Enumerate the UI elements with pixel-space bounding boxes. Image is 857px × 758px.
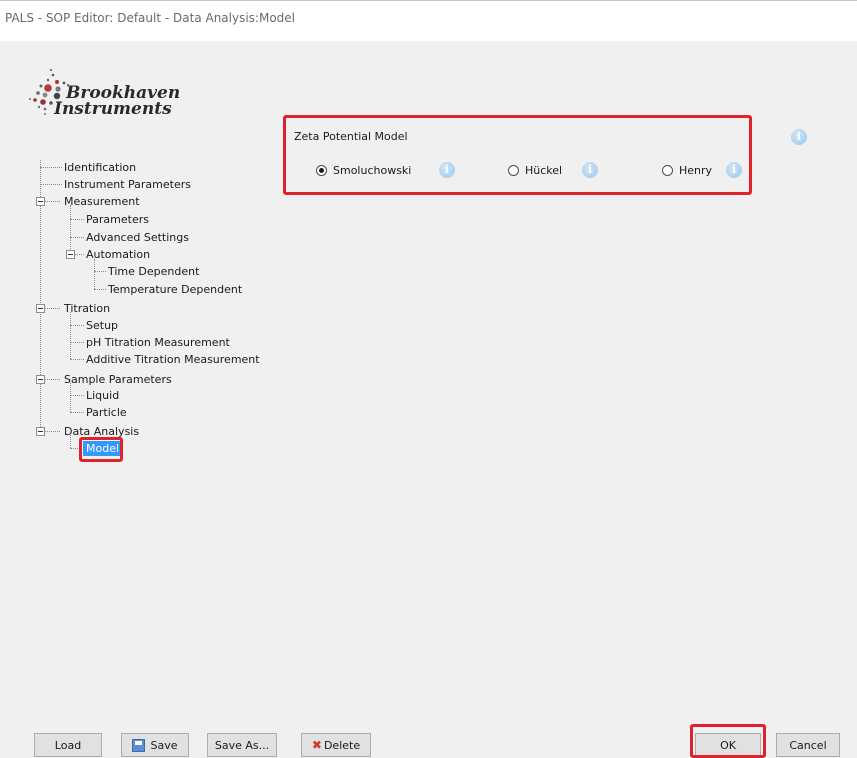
data-analysis-collapse-icon[interactable]	[36, 427, 45, 436]
tree-item-particle[interactable]: Particle	[86, 404, 127, 421]
save-as-button-label: Save As...	[214, 738, 270, 752]
tree-item-sample-parameters[interactable]: Sample Parameters	[64, 371, 172, 388]
henry-info-icon[interactable]: i	[726, 162, 742, 178]
logo-line-2: Instruments	[54, 99, 172, 119]
sample-parameters-collapse-icon[interactable]	[36, 375, 45, 384]
titration-collapse-icon[interactable]	[36, 304, 45, 313]
measurement-collapse-icon[interactable]	[36, 197, 45, 206]
tree-item-automation[interactable]: Automation	[86, 246, 150, 263]
radio-henry-label: Henry	[679, 164, 713, 177]
tree-item-time-dependent[interactable]: Time Dependent	[108, 263, 199, 280]
save-button-label: Save	[150, 738, 178, 752]
load-button-label: Load	[54, 738, 82, 752]
floppy-disk-icon	[132, 738, 146, 752]
tree-item-instrument-parameters[interactable]: Instrument Parameters	[64, 176, 191, 193]
tree-item-parameters[interactable]: Parameters	[86, 211, 149, 228]
zeta-model-highlight	[283, 115, 752, 195]
delete-button-label: Delete	[323, 738, 361, 752]
cancel-button-label: Cancel	[789, 738, 827, 752]
radio-smoluchowski-indicator[interactable]	[316, 165, 327, 176]
tree-item-ph-titration-measurement[interactable]: pH Titration Measurement	[86, 334, 230, 351]
model-node-highlight	[79, 437, 123, 462]
cancel-button[interactable]: Cancel	[776, 733, 840, 757]
tree-item-temperature-dependent[interactable]: Temperature Dependent	[108, 281, 242, 298]
tree-item-additive-titration-measurement[interactable]: Additive Titration Measurement	[86, 351, 260, 368]
radio-smoluchowski[interactable]: Smoluchowski	[316, 164, 411, 177]
zeta-potential-model-label: Zeta Potential Model	[294, 130, 408, 143]
radio-huckel-label: Hückel	[525, 164, 563, 177]
radio-henry-indicator[interactable]	[662, 165, 673, 176]
radio-huckel-indicator[interactable]	[508, 165, 519, 176]
panel-info-icon[interactable]: i	[791, 129, 807, 145]
tree-item-liquid[interactable]: Liquid	[86, 387, 119, 404]
red-x-icon: ✖	[311, 738, 322, 752]
window-titlebar: PALS - SOP Editor: Default - Data Analys…	[0, 0, 857, 41]
load-button[interactable]: Load	[34, 733, 102, 757]
brookhaven-logo: Brookhaven Instruments	[24, 58, 204, 128]
save-as-button[interactable]: Save As...	[207, 733, 277, 757]
tree-item-titration[interactable]: Titration	[64, 300, 110, 317]
window-title: PALS - SOP Editor: Default - Data Analys…	[5, 11, 295, 25]
save-button[interactable]: Save	[121, 733, 189, 757]
tree-item-setup[interactable]: Setup	[86, 317, 118, 334]
smoluchowski-info-icon[interactable]: i	[439, 162, 455, 178]
huckel-info-icon[interactable]: i	[582, 162, 598, 178]
tree-item-measurement[interactable]: Measurement	[64, 193, 140, 210]
radio-henry[interactable]: Henry	[662, 164, 712, 177]
delete-button[interactable]: ✖ Delete	[301, 733, 371, 757]
radio-huckel[interactable]: Hückel	[508, 164, 562, 177]
tree-item-identification[interactable]: Identification	[64, 159, 136, 176]
radio-smoluchowski-label: Smoluchowski	[333, 164, 412, 177]
ok-button-highlight	[690, 724, 766, 758]
tree-item-advanced-settings[interactable]: Advanced Settings	[86, 229, 189, 246]
automation-collapse-icon[interactable]	[66, 250, 75, 259]
